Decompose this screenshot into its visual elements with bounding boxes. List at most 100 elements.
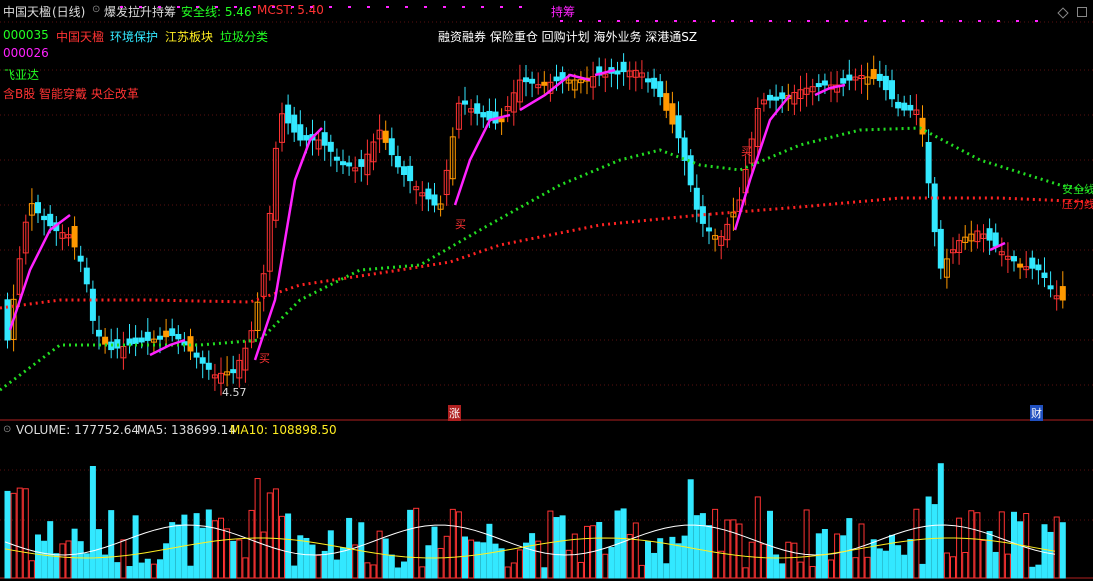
volume-bar	[1059, 522, 1066, 579]
cai-badge[interactable]: 财	[1030, 405, 1043, 421]
zhang-badge[interactable]: 涨	[448, 405, 461, 421]
volume-bar	[498, 548, 505, 579]
holding-tick	[921, 20, 924, 22]
candle-body	[529, 78, 536, 84]
holding-tick	[234, 6, 237, 8]
volume-bar	[529, 533, 536, 579]
volume-toggle-icon[interactable]: ⊙	[3, 424, 11, 435]
holding-tick	[997, 20, 1000, 22]
volume-bar	[4, 490, 11, 579]
volume-bar	[1029, 566, 1036, 579]
volume-bar	[882, 550, 889, 579]
volume-bar	[303, 537, 310, 579]
holding-tick	[291, 6, 294, 8]
buy-signal-2: 买	[455, 218, 466, 231]
volume-bar	[425, 545, 432, 579]
holding-tick	[617, 20, 620, 22]
volume-bar	[77, 541, 84, 579]
candle-body	[919, 117, 926, 135]
candle-body	[157, 335, 163, 340]
volume-bar	[419, 566, 426, 579]
volume-bar	[437, 547, 444, 579]
candle-body	[1059, 286, 1066, 301]
trend-segment	[253, 127, 323, 361]
candle-body	[889, 80, 895, 100]
holding-tick	[978, 20, 981, 22]
volume-bar	[114, 562, 121, 579]
buy-signal-1: 买	[259, 352, 270, 365]
holding-tick	[120, 6, 123, 8]
holding-tick	[1035, 20, 1038, 22]
volume-bar	[718, 550, 725, 579]
kline-chart[interactable]	[0, 0, 1093, 581]
candle-body	[523, 77, 529, 83]
candle-body	[425, 188, 432, 200]
candle-body	[657, 81, 664, 98]
volume-bar	[102, 554, 109, 579]
volume-bar	[138, 562, 145, 579]
candle-body	[498, 118, 505, 123]
holding-tick	[940, 20, 943, 22]
holding-tick	[500, 6, 503, 8]
candle-body	[931, 183, 938, 233]
volume-bar	[218, 517, 224, 579]
volume-bar	[504, 566, 511, 579]
holding-tick	[731, 20, 734, 22]
volume-bar	[297, 535, 304, 579]
holding-tick	[139, 6, 142, 8]
candle-body	[1017, 263, 1024, 268]
volume-bar	[620, 508, 627, 579]
candle-body	[1047, 285, 1054, 290]
candle-body	[651, 77, 658, 89]
volume-bar	[1041, 524, 1048, 579]
volume-bar	[754, 496, 761, 579]
volume-bar	[187, 565, 194, 579]
volume-bar	[462, 536, 468, 579]
volume-bar	[333, 559, 340, 579]
holding-tick	[1016, 20, 1019, 22]
candle-body	[821, 80, 828, 86]
volume-bar	[669, 536, 676, 579]
candle-body	[815, 83, 822, 88]
candle-body	[144, 331, 151, 341]
candle-body	[394, 156, 401, 168]
volume-bar	[736, 523, 743, 579]
volume-bar	[840, 535, 847, 579]
volume-bar	[809, 566, 816, 579]
holding-tick	[158, 6, 161, 8]
volume-bar	[41, 540, 48, 579]
volume-bar	[327, 530, 334, 579]
volume-bar	[272, 488, 279, 579]
volume-bar	[919, 563, 926, 579]
safe-line-label: 安全线	[1062, 183, 1093, 196]
candle-body	[89, 288, 96, 321]
candle-body	[382, 130, 389, 143]
volume-bar	[474, 541, 481, 579]
volume-bar	[730, 519, 737, 579]
candle-body	[480, 112, 487, 118]
volume-bar	[89, 465, 96, 579]
volume-bar	[681, 535, 688, 579]
volume-bar	[577, 561, 584, 579]
holding-tick	[424, 6, 427, 8]
volume-bar	[53, 553, 60, 579]
candle-body	[882, 75, 889, 91]
volume-bar	[571, 533, 578, 579]
candle-body	[138, 337, 145, 343]
volume-bar	[760, 543, 767, 579]
candle-body	[693, 187, 700, 210]
candle-body	[1011, 256, 1017, 262]
volume-bar	[291, 565, 298, 579]
pressure-line-label: 压力线	[1062, 198, 1093, 211]
candle-body	[663, 93, 670, 111]
holding-tick	[196, 6, 199, 8]
volume-bar	[35, 534, 41, 579]
volume-bar	[889, 534, 895, 579]
candle-body	[840, 78, 847, 84]
candle-body	[431, 194, 438, 206]
candle-body	[163, 330, 170, 338]
volume-bar	[828, 559, 834, 579]
volume-bar	[340, 547, 346, 579]
volume-bar	[279, 515, 285, 579]
candle-body	[77, 255, 84, 262]
